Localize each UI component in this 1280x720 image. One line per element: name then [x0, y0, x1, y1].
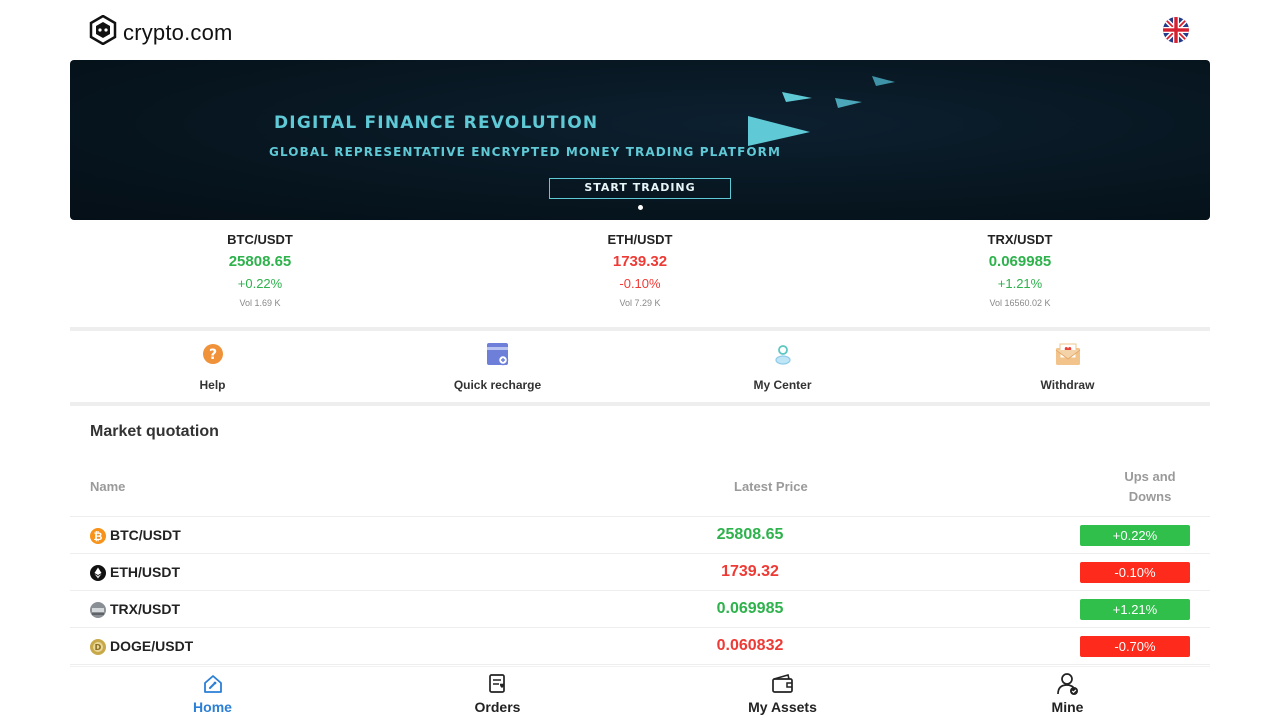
home-icon — [201, 672, 225, 696]
help-icon: ? — [200, 341, 226, 367]
pair-name: ETH/USDT — [110, 564, 180, 580]
dogecoin-icon: D — [90, 639, 106, 655]
ticker-pair: BTC/USDT — [227, 232, 293, 247]
shortcut-quick-recharge[interactable]: Quick recharge — [355, 331, 640, 402]
latest-price: 25808.65 — [716, 526, 784, 543]
nav-item-home[interactable]: Home — [70, 667, 355, 720]
brand-name: crypto.com — [123, 19, 233, 45]
column-header-change: Ups and Downs — [1124, 469, 1176, 504]
brand-logo[interactable]: crypto.com — [89, 14, 233, 50]
profile-icon — [1056, 672, 1080, 696]
table-row[interactable]: ₿ BTC/USDT 25808.65 +0.22% — [70, 517, 1210, 554]
section-divider — [70, 402, 1210, 406]
crypto-lion-shield-icon — [89, 14, 117, 50]
column-header-price: Latest Price — [734, 479, 808, 494]
svg-text:?: ? — [208, 347, 216, 363]
nav-item-orders[interactable]: Orders — [355, 667, 640, 720]
user-center-icon — [770, 341, 796, 367]
latest-price: 0.069985 — [716, 600, 784, 617]
ticker-item-eth[interactable]: ETH/USDT 1739.32 -0.10% Vol 7.29 K — [450, 228, 830, 324]
table-row[interactable]: ETH/USDT 1739.32 -0.10% — [70, 554, 1210, 591]
orders-icon — [486, 672, 510, 696]
latest-price: 1739.32 — [721, 563, 779, 580]
header: crypto.com — [0, 0, 1280, 60]
ticker-change: +0.22% — [237, 276, 283, 291]
withdraw-envelope-icon — [1055, 341, 1081, 367]
nav-item-mine[interactable]: Mine — [925, 667, 1210, 720]
ticker-price: 25808.65 — [228, 253, 292, 270]
banner-title: DIGITAL FINANCE REVOLUTION — [274, 113, 599, 133]
change-badge[interactable]: -0.10% — [1080, 562, 1190, 583]
ticker-pair: TRX/USDT — [987, 232, 1053, 247]
ticker-change: +1.21% — [997, 276, 1043, 291]
nav-label: My Assets — [748, 699, 817, 715]
bitcoin-icon: ₿ — [90, 528, 106, 544]
nav-label: Orders — [474, 699, 521, 715]
ticker-volume: Vol 1.69 K — [239, 298, 281, 308]
ticker-price: 1739.32 — [612, 253, 668, 270]
tron-icon — [90, 602, 106, 618]
ticker-volume: Vol 16560.02 K — [989, 298, 1051, 308]
shortcut-label: My Center — [753, 378, 812, 392]
nav-item-my-assets[interactable]: My Assets — [640, 667, 925, 720]
pair-name: DOGE/USDT — [110, 638, 194, 654]
wallet-icon — [771, 672, 795, 696]
carousel-indicator[interactable] — [638, 205, 643, 210]
market-table: ₿ BTC/USDT 25808.65 +0.22% ETH/USDT 1739… — [70, 517, 1210, 665]
price-ticker: BTC/USDT 25808.65 +0.22% Vol 1.69 K ETH/… — [70, 228, 1210, 324]
pair-name: BTC/USDT — [110, 527, 181, 543]
svg-text:₿: ₿ — [94, 530, 103, 543]
ticker-change: -0.10% — [619, 276, 661, 291]
recharge-icon — [485, 341, 511, 367]
shortcut-label: Help — [199, 378, 226, 392]
svg-text:D: D — [95, 643, 102, 652]
ticker-item-trx[interactable]: TRX/USDT 0.069985 +1.21% Vol 16560.02 K — [830, 228, 1210, 324]
ticker-item-btc[interactable]: BTC/USDT 25808.65 +0.22% Vol 1.69 K — [70, 228, 450, 324]
column-header-name: Name — [90, 479, 126, 494]
ethereum-icon — [90, 565, 106, 581]
change-badge[interactable]: -0.70% — [1080, 636, 1190, 657]
uk-flag-icon[interactable] — [1163, 17, 1189, 43]
promo-banner[interactable]: DIGITAL FINANCE REVOLUTION GLOBAL REPRES… — [70, 60, 1210, 220]
table-row[interactable]: D DOGE/USDT 0.060832 -0.70% — [70, 628, 1210, 665]
nav-label: Mine — [1051, 699, 1084, 715]
table-row[interactable]: TRX/USDT 0.069985 +1.21% — [70, 591, 1210, 628]
change-badge[interactable]: +0.22% — [1080, 525, 1190, 546]
nav-label: Home — [193, 699, 232, 715]
change-badge[interactable]: +1.21% — [1080, 599, 1190, 620]
start-trading-button[interactable]: START TRADING — [549, 178, 731, 199]
banner-arrows-graphic — [748, 76, 895, 146]
bottom-navigation: Home Orders My Assets Mine — [70, 666, 1210, 720]
latest-price: 0.060832 — [716, 637, 784, 654]
shortcut-withdraw[interactable]: Withdraw — [925, 331, 1210, 402]
market-table-header: Name Latest Price Ups and Downs — [70, 462, 1210, 517]
shortcut-label: Withdraw — [1040, 378, 1095, 392]
shortcut-menu: ? Help Quick recharge My Center Withdraw — [70, 331, 1210, 402]
shortcut-my-center[interactable]: My Center — [640, 331, 925, 402]
ticker-volume: Vol 7.29 K — [619, 298, 661, 308]
ticker-price: 0.069985 — [988, 253, 1052, 270]
pair-name: TRX/USDT — [110, 601, 180, 617]
market-quotation-title: Market quotation — [90, 423, 219, 440]
banner-subtitle: GLOBAL REPRESENTATIVE ENCRYPTED MONEY TR… — [269, 145, 782, 159]
shortcut-help[interactable]: ? Help — [70, 331, 355, 402]
shortcut-label: Quick recharge — [453, 378, 542, 392]
ticker-pair: ETH/USDT — [607, 232, 673, 247]
